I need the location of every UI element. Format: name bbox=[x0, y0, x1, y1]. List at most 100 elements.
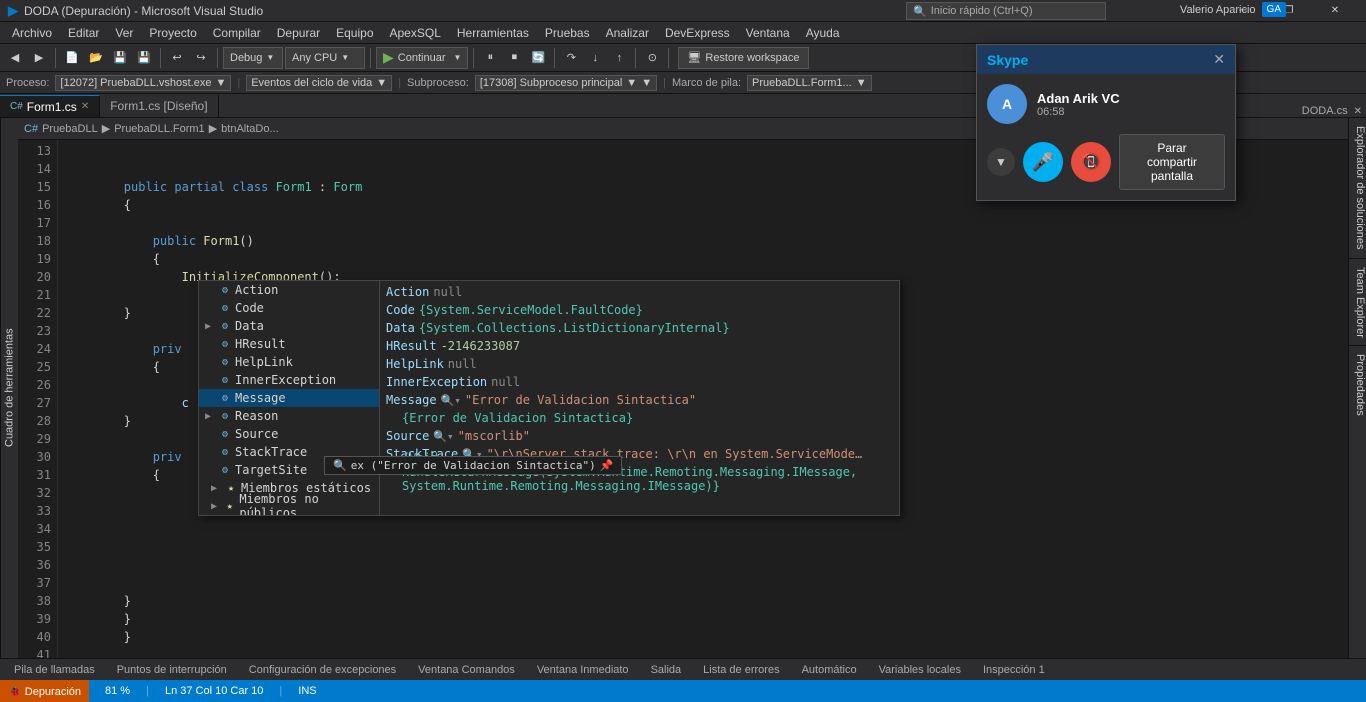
menu-analizar[interactable]: Analizar bbox=[598, 22, 657, 44]
toolbar-separator-3 bbox=[217, 48, 218, 68]
skype-dropdown-button[interactable]: ▼ bbox=[987, 148, 1015, 176]
platform-dropdown[interactable]: Any CPU ▼ bbox=[285, 47, 365, 69]
is-item-data[interactable]: ▶ ⚙ Data bbox=[199, 317, 379, 335]
menu-apexsql[interactable]: ApexSQL bbox=[382, 22, 449, 44]
solution-explorer-tab[interactable]: Explorador de soluciones bbox=[1349, 118, 1366, 258]
subproceso-arrow: ▼ bbox=[626, 77, 637, 89]
is-detail-data: Data {System.Collections.ListDictionaryI… bbox=[386, 319, 893, 337]
menu-proyecto[interactable]: Proyecto bbox=[141, 22, 204, 44]
eventos-dropdown[interactable]: Eventos del ciclo de vida ▼ bbox=[246, 75, 392, 91]
pause-button[interactable]: ⏸ bbox=[479, 47, 501, 69]
stop-button[interactable]: ⏹ bbox=[503, 47, 525, 69]
menu-ayuda[interactable]: Ayuda bbox=[798, 22, 848, 44]
subproceso-dropdown[interactable]: [17308] Subproceso principal ▼ ▼ bbox=[475, 75, 657, 91]
play-icon: ▶ bbox=[383, 49, 394, 66]
team-explorer-tab[interactable]: Team Explorer bbox=[1349, 259, 1366, 346]
bottom-tab-commands[interactable]: Ventana Comandos bbox=[408, 660, 525, 680]
properties-tab[interactable]: Propiedades bbox=[1349, 346, 1366, 424]
step-out-button[interactable]: ↑ bbox=[608, 47, 630, 69]
is-detail-innerex: InnerException null bbox=[386, 373, 893, 391]
is-item-helplink[interactable]: ⚙ HelpLink bbox=[199, 353, 379, 371]
bottom-tab-errors[interactable]: Lista de errores bbox=[693, 660, 789, 680]
marco-dropdown[interactable]: PruebaDLL.Form1... ▼ bbox=[747, 75, 872, 91]
breadcrumb-icon: C# bbox=[24, 123, 38, 135]
step-into-button[interactable]: ↓ bbox=[584, 47, 606, 69]
close-button[interactable]: ✕ bbox=[1312, 0, 1358, 22]
save-all-button[interactable]: 💾 bbox=[133, 47, 155, 69]
subproceso-value: [17308] Subproceso principal bbox=[480, 77, 622, 89]
is-label-private: Miembros no públicos bbox=[239, 492, 373, 515]
is-label-hresult: HResult bbox=[235, 337, 286, 351]
restart-button[interactable]: 🔄 bbox=[527, 47, 549, 69]
redo-button[interactable]: ↪ bbox=[190, 47, 212, 69]
proceso-dropdown[interactable]: [12072] PruebaDLL.vshost.exe ▼ bbox=[55, 75, 231, 91]
menu-ventana[interactable]: Ventana bbox=[738, 22, 798, 44]
zoom-label[interactable]: 81 % bbox=[105, 685, 130, 697]
menu-ver[interactable]: Ver bbox=[107, 22, 141, 44]
skype-logo: Skype bbox=[987, 52, 1028, 68]
toolbox-label: Cuadro de herramientas bbox=[4, 329, 16, 448]
bottom-tab-auto[interactable]: Automático bbox=[792, 660, 867, 680]
is-item-innerex[interactable]: ⚙ InnerException bbox=[199, 371, 379, 389]
debug-config-arrow: ▼ bbox=[266, 53, 274, 62]
toolbox-panel[interactable]: Cuadro de herramientas bbox=[0, 118, 18, 658]
code-editor[interactable]: 13 14 15 16 17 18 19 20 21 22 23 24 25 2… bbox=[18, 140, 1348, 658]
undo-button[interactable]: ↩ bbox=[166, 47, 188, 69]
quick-launch-input[interactable]: 🔍 Inicio rápido (Ctrl+Q) bbox=[906, 2, 1106, 20]
back-button[interactable]: ◀ bbox=[4, 47, 26, 69]
expr-pin-icon[interactable]: 📌 bbox=[600, 459, 614, 472]
breadcrumb-member[interactable]: btnAltaDo... bbox=[221, 123, 278, 135]
call-duration: 06:58 bbox=[1037, 106, 1120, 118]
tab-form1cs-icon: C# bbox=[10, 101, 23, 112]
is-item-message[interactable]: ⚙ Message bbox=[199, 389, 379, 407]
is-item-private-members[interactable]: ▶ ★ Miembros no públicos bbox=[199, 497, 379, 515]
share-screen-button[interactable]: Parar compartir pantalla bbox=[1119, 134, 1225, 190]
doda-tab[interactable]: DODA.cs bbox=[1296, 105, 1354, 117]
is-item-reason[interactable]: ▶ ⚙ Reason bbox=[199, 407, 379, 425]
close-right-tab[interactable]: ✕ bbox=[1354, 106, 1362, 117]
debug-config-dropdown[interactable]: Debug ▼ bbox=[223, 47, 283, 69]
menu-editar[interactable]: Editar bbox=[60, 22, 107, 44]
breakpoint-button[interactable]: ⊙ bbox=[641, 47, 663, 69]
open-file-button[interactable]: 📂 bbox=[85, 47, 107, 69]
is-item-action[interactable]: ⚙ Action bbox=[199, 281, 379, 299]
menu-pruebas[interactable]: Pruebas bbox=[537, 22, 598, 44]
menu-devexpress[interactable]: DevExpress bbox=[657, 22, 738, 44]
tab-form1cs-design[interactable]: Form1.cs [Diseño] bbox=[100, 95, 218, 117]
menu-depurar[interactable]: Depurar bbox=[269, 22, 328, 44]
bottom-tab-immediate[interactable]: Ventana Inmediato bbox=[527, 660, 639, 680]
is-item-hresult[interactable]: ⚙ HResult bbox=[199, 335, 379, 353]
menu-compilar[interactable]: Compilar bbox=[205, 22, 269, 44]
save-button[interactable]: 💾 bbox=[109, 47, 131, 69]
tab-form1cs-label: Form1.cs bbox=[27, 100, 77, 114]
breadcrumb-class[interactable]: PruebaDLL.Form1 bbox=[114, 123, 205, 135]
is-item-code[interactable]: ⚙ Code bbox=[199, 299, 379, 317]
intellisense-popup[interactable]: ⚙ Action ⚙ Code ▶ ⚙ Data bbox=[198, 280, 900, 516]
is-label-targetsite: TargetSite bbox=[235, 463, 307, 477]
menu-archivo[interactable]: Archivo bbox=[4, 22, 60, 44]
tab-form1cs[interactable]: C# Form1.cs ✕ bbox=[0, 95, 100, 117]
forward-button[interactable]: ▶ bbox=[28, 47, 50, 69]
menu-equipo[interactable]: Equipo bbox=[328, 22, 381, 44]
hangup-button[interactable]: 📵 bbox=[1071, 142, 1111, 182]
new-file-button[interactable]: 📄 bbox=[61, 47, 83, 69]
bottom-tab-breakpoints[interactable]: Puntos de interrupción bbox=[107, 660, 237, 680]
is-label-action: Action bbox=[235, 283, 278, 297]
bottom-tab-locals[interactable]: Variables locales bbox=[869, 660, 971, 680]
is-label-innerex: InnerException bbox=[235, 373, 336, 387]
skype-close-button[interactable]: ✕ bbox=[1213, 51, 1225, 68]
statusbar: 🐞 Depuración 81 % | Ln 37 Col 10 Car 10 … bbox=[0, 680, 1366, 702]
step-over-button[interactable]: ↷ bbox=[560, 47, 582, 69]
restore-workspace-button[interactable]: 🖥 Restore workspace bbox=[678, 47, 808, 69]
user-name: Valerio Aparicio bbox=[1180, 4, 1256, 16]
mute-button[interactable]: 🎤 bbox=[1023, 142, 1063, 182]
bottom-tab-output[interactable]: Salida bbox=[641, 660, 692, 680]
breadcrumb-project[interactable]: PruebaDLL bbox=[42, 123, 98, 135]
vs-logo-icon: ▶ bbox=[8, 3, 18, 19]
bottom-tab-exceptions[interactable]: Configuración de excepciones bbox=[239, 660, 406, 680]
continue-button[interactable]: ▶ Continuar ▼ bbox=[376, 47, 468, 69]
menu-herramientas[interactable]: Herramientas bbox=[449, 22, 537, 44]
is-item-source[interactable]: ⚙ Source bbox=[199, 425, 379, 443]
bottom-tab-calls[interactable]: Pila de llamadas bbox=[4, 660, 105, 680]
bottom-tab-watch1[interactable]: Inspección 1 bbox=[973, 660, 1055, 680]
